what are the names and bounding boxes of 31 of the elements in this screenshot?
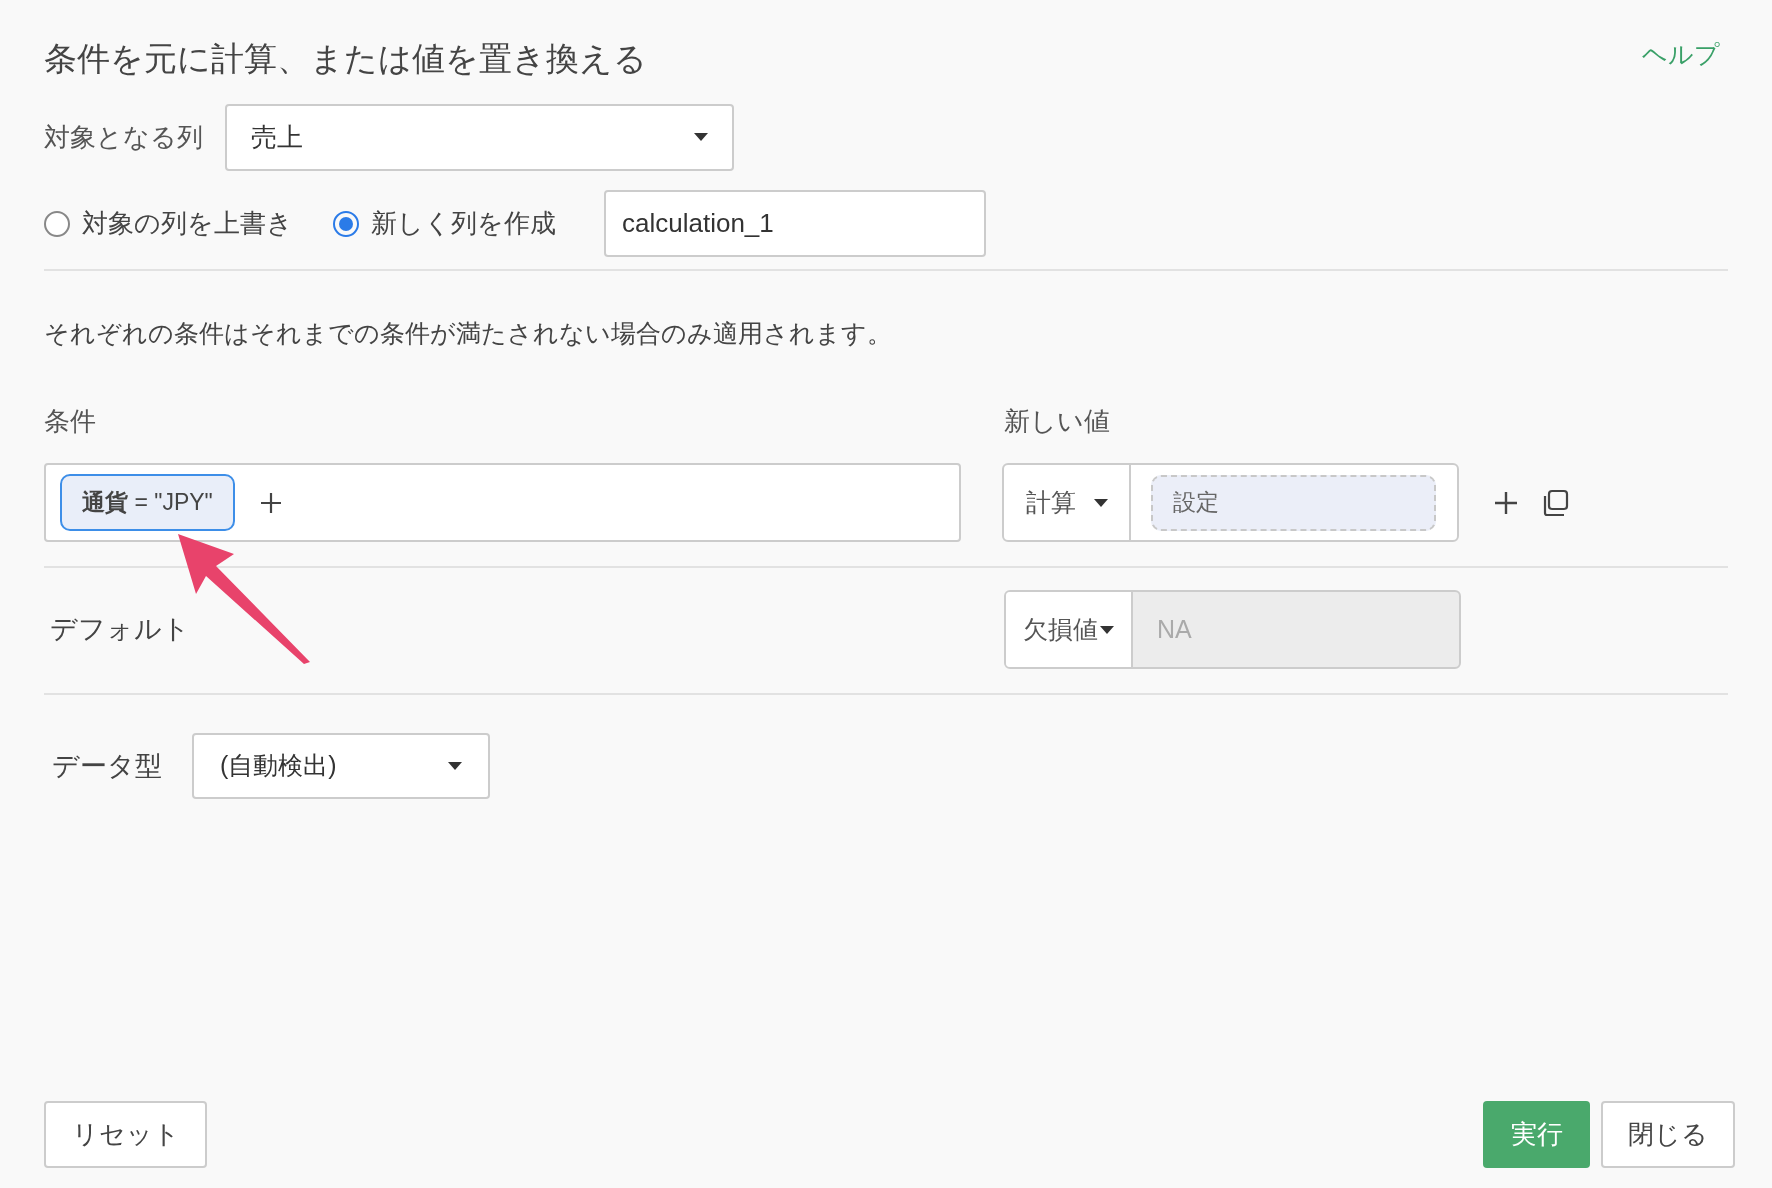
close-button[interactable]: 閉じる <box>1601 1101 1735 1168</box>
field-label: データ型 <box>51 749 162 783</box>
column-heading: 新しい値 <box>1004 405 1110 438</box>
dialog-title: 条件を元に計算、または値を置き換える <box>44 39 647 79</box>
default-label: デフォルト <box>49 613 191 647</box>
caret-icon <box>1100 625 1114 634</box>
value-setting-field[interactable]: 設定 <box>1151 474 1436 531</box>
radio-button[interactable] <box>44 210 70 237</box>
copy-icon[interactable] <box>1541 488 1569 517</box>
add-icon[interactable] <box>1495 491 1517 514</box>
default-value-field[interactable]: 欠損値 NA <box>1004 590 1461 669</box>
value-field[interactable]: 計算 設定 <box>1002 463 1459 542</box>
radio-option[interactable]: 新しく列を作成 <box>333 204 556 243</box>
caret-icon <box>448 762 462 770</box>
column-select[interactable]: 売上 <box>225 103 734 171</box>
caret-icon <box>694 133 708 141</box>
column-name-field[interactable]: calculation_1 <box>604 190 986 257</box>
condition-field[interactable]: 通貨 = "JPY" <box>44 463 961 542</box>
default-value-text: NA <box>1157 613 1192 645</box>
reset-button[interactable]: リセット <box>44 1101 207 1168</box>
value-type-dropdown[interactable]: 計算 <box>1004 465 1131 540</box>
value-type-dropdown[interactable]: 欠損値 <box>1006 592 1133 667</box>
add-icon[interactable] <box>260 492 281 513</box>
data-type-select[interactable]: (自動検出) <box>192 733 490 799</box>
caret-icon <box>1093 498 1108 507</box>
radio-option[interactable]: 対象の列を上書き <box>44 204 293 243</box>
radio-button[interactable] <box>333 210 359 237</box>
notice-text: それぞれの条件はそれまでの条件が満たされない場合のみ適用されます。 <box>44 317 893 349</box>
field-label: 対象となる列 <box>44 120 203 154</box>
condition-chip[interactable]: 通貨 = "JPY" <box>60 474 235 531</box>
column-heading: 条件 <box>44 405 97 438</box>
